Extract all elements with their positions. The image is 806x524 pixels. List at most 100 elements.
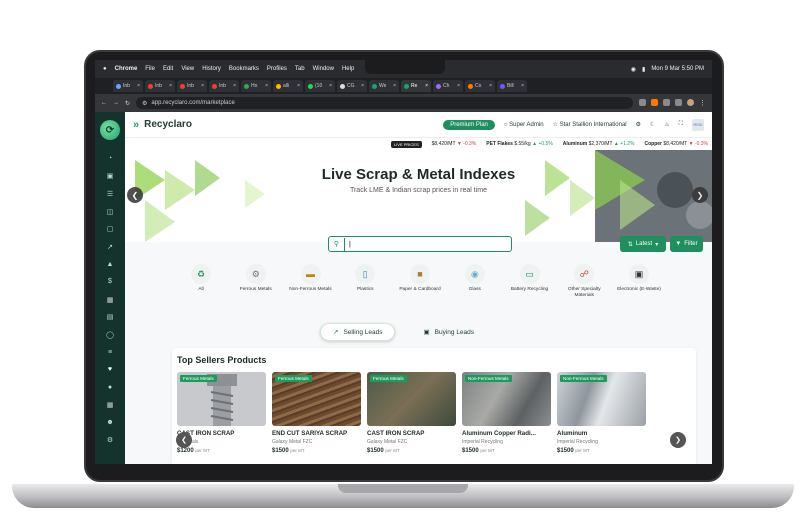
product-image[interactable]: Ferrous Metals (177, 372, 266, 426)
menu-help[interactable]: Help (342, 66, 354, 72)
product-card[interactable]: Non-Ferrous Metals Aluminum Copper Radi.… (462, 372, 551, 464)
close-icon[interactable]: × (329, 83, 332, 89)
category-all[interactable]: ♻ All (175, 264, 227, 314)
product-image[interactable]: Ferrous Metals (367, 372, 456, 426)
category-plastics[interactable]: ▯ Plastics (339, 264, 391, 314)
close-icon[interactable]: × (297, 83, 300, 89)
user-icon[interactable]: ● (95, 379, 125, 397)
selling-leads-tab[interactable]: ↗ Selling Leads (320, 323, 396, 341)
browser-tab[interactable]: alli × (273, 80, 303, 92)
forward-icon[interactable]: → (113, 100, 119, 106)
category-electronic[interactable]: ▣ Electronic (E-Waste) (613, 264, 665, 314)
menu-edit[interactable]: Edit (163, 66, 173, 72)
category-glass[interactable]: ◉ Glass (449, 264, 501, 314)
bag-icon[interactable]: ▣ (95, 168, 125, 186)
carousel-next-button[interactable]: ❯ (670, 432, 686, 448)
grid-icon[interactable]: ▦ (95, 396, 125, 414)
buying-leads-tab[interactable]: ▣ Buying Leads (411, 323, 486, 341)
truck-icon[interactable]: ▦ (95, 291, 125, 309)
browser-tab[interactable]: Inb × (145, 80, 175, 92)
extension-icon[interactable] (651, 99, 658, 106)
product-name[interactable]: Aluminum Copper Radi... (462, 430, 551, 437)
browser-tab[interactable]: Bill × (497, 80, 527, 92)
menu-view[interactable]: View (181, 66, 194, 72)
extension-icon[interactable] (663, 99, 670, 106)
hero-prev-button[interactable]: ❮ (127, 187, 143, 203)
close-icon[interactable]: × (489, 83, 492, 89)
menu-bookmarks[interactable]: Bookmarks (229, 66, 259, 72)
menu-history[interactable]: History (202, 66, 221, 72)
reload-icon[interactable]: ↻ (125, 100, 130, 107)
profile-icon[interactable] (687, 99, 694, 106)
dollar-icon[interactable]: $ (95, 273, 125, 291)
close-icon[interactable]: × (233, 83, 236, 89)
fullscreen-icon[interactable]: ⛶ (679, 121, 683, 128)
wifi-icon[interactable]: ◉ (631, 66, 636, 73)
kebab-menu-icon[interactable]: ⋮ (699, 99, 706, 107)
browser-tab[interactable]: Co × (465, 80, 495, 92)
close-icon[interactable]: × (425, 83, 428, 89)
browser-tab[interactable]: Inb × (177, 80, 207, 92)
role-switcher[interactable]: ○ Super Admin (504, 122, 544, 128)
close-icon[interactable]: × (201, 83, 204, 89)
bars-icon[interactable]: ≡ (95, 344, 125, 362)
close-icon[interactable]: × (521, 83, 524, 89)
cube-icon[interactable]: ▲ (95, 256, 125, 274)
category-other-specialty[interactable]: ☍ Other Specialty Materials (558, 264, 610, 314)
settings-icon[interactable]: ⚙ (636, 121, 641, 128)
shield-icon[interactable]: ◯ (95, 326, 125, 344)
product-card[interactable]: Ferrous Metals CAST IRON SCRAP Galaxy Me… (367, 372, 456, 464)
avatar[interactable]: RISK (692, 118, 704, 131)
users-icon[interactable]: ☻ (95, 414, 125, 432)
report-icon[interactable]: ▤ (95, 308, 125, 326)
browser-tab-active[interactable]: Re × (401, 80, 431, 92)
site-info-icon[interactable]: ⚙ (142, 100, 147, 107)
category-paper-cardboard[interactable]: ■ Paper & Cardboard (394, 264, 446, 314)
category-battery-recycling[interactable]: ▭ Battery Recycling (504, 264, 556, 314)
product-image[interactable]: Ferrous Metals (272, 372, 361, 426)
browser-tab[interactable]: We × (369, 80, 399, 92)
carousel-prev-button[interactable]: ❮ (176, 432, 192, 448)
dark-mode-icon[interactable]: ☾ (650, 121, 655, 128)
apple-icon[interactable]: ● (103, 66, 107, 72)
bell-icon[interactable]: ♨ (664, 121, 669, 128)
product-card[interactable]: Ferrous Metals END CUT SARIYA SCRAP Gala… (272, 372, 361, 464)
category-non-ferrous-metals[interactable]: ▬ Non-Ferrous Metals (285, 264, 337, 314)
product-name[interactable]: END CUT SARIYA SCRAP (272, 430, 361, 437)
close-icon[interactable]: × (393, 83, 396, 89)
extension-icon[interactable] (639, 99, 646, 106)
battery-icon[interactable]: ▮ (642, 66, 645, 73)
close-icon[interactable]: × (361, 83, 364, 89)
category-ferrous-metals[interactable]: ⚙ Ferrous Metals (230, 264, 282, 314)
app-menu[interactable]: Chrome (115, 66, 138, 72)
menu-tab[interactable]: Tab (295, 66, 305, 72)
folder-icon[interactable]: ◫ (95, 203, 125, 221)
close-icon[interactable]: × (457, 83, 460, 89)
heart-icon[interactable]: ♥ (95, 361, 125, 379)
browser-tab[interactable]: (10 × (305, 80, 335, 92)
browser-tab[interactable]: Ch × (433, 80, 463, 92)
close-icon[interactable]: × (169, 83, 172, 89)
browser-tab[interactable]: Inb × (209, 80, 239, 92)
product-name[interactable]: Aluminum (557, 430, 646, 437)
menu-window[interactable]: Window (313, 66, 334, 72)
premium-plan-badge[interactable]: Premium Plan (443, 119, 495, 130)
product-image[interactable]: Non-Ferrous Metals (557, 372, 646, 426)
brand[interactable]: » Recyclaro (133, 119, 192, 131)
org-switcher[interactable]: ☆ Star Stallion International (553, 121, 627, 128)
browser-tab[interactable]: CG × (337, 80, 367, 92)
clock[interactable]: Mon 9 Mar 5:50 PM (651, 66, 704, 72)
close-icon[interactable]: × (265, 83, 268, 89)
search-icon[interactable]: ⚲ (329, 237, 345, 251)
extension-icon[interactable] (675, 99, 682, 106)
browser-tab[interactable]: Ho × (241, 80, 271, 92)
filter-button[interactable]: ▼ Filter (670, 236, 703, 252)
address-bar[interactable]: ⚙ app.recyclaro.com/marketplace (136, 97, 633, 109)
url-text[interactable]: app.recyclaro.com/marketplace (151, 100, 234, 106)
product-card[interactable]: Ferrous Metals CAST IRON SCRAP us Metals… (177, 372, 266, 464)
close-icon[interactable]: × (137, 83, 140, 89)
dashboard-icon[interactable]: ◔ (95, 150, 125, 168)
settings-icon[interactable]: ⚙ (95, 432, 125, 450)
menu-profiles[interactable]: Profiles (267, 66, 287, 72)
product-card[interactable]: Non-Ferrous Metals Aluminum Imperial Rec… (557, 372, 646, 464)
